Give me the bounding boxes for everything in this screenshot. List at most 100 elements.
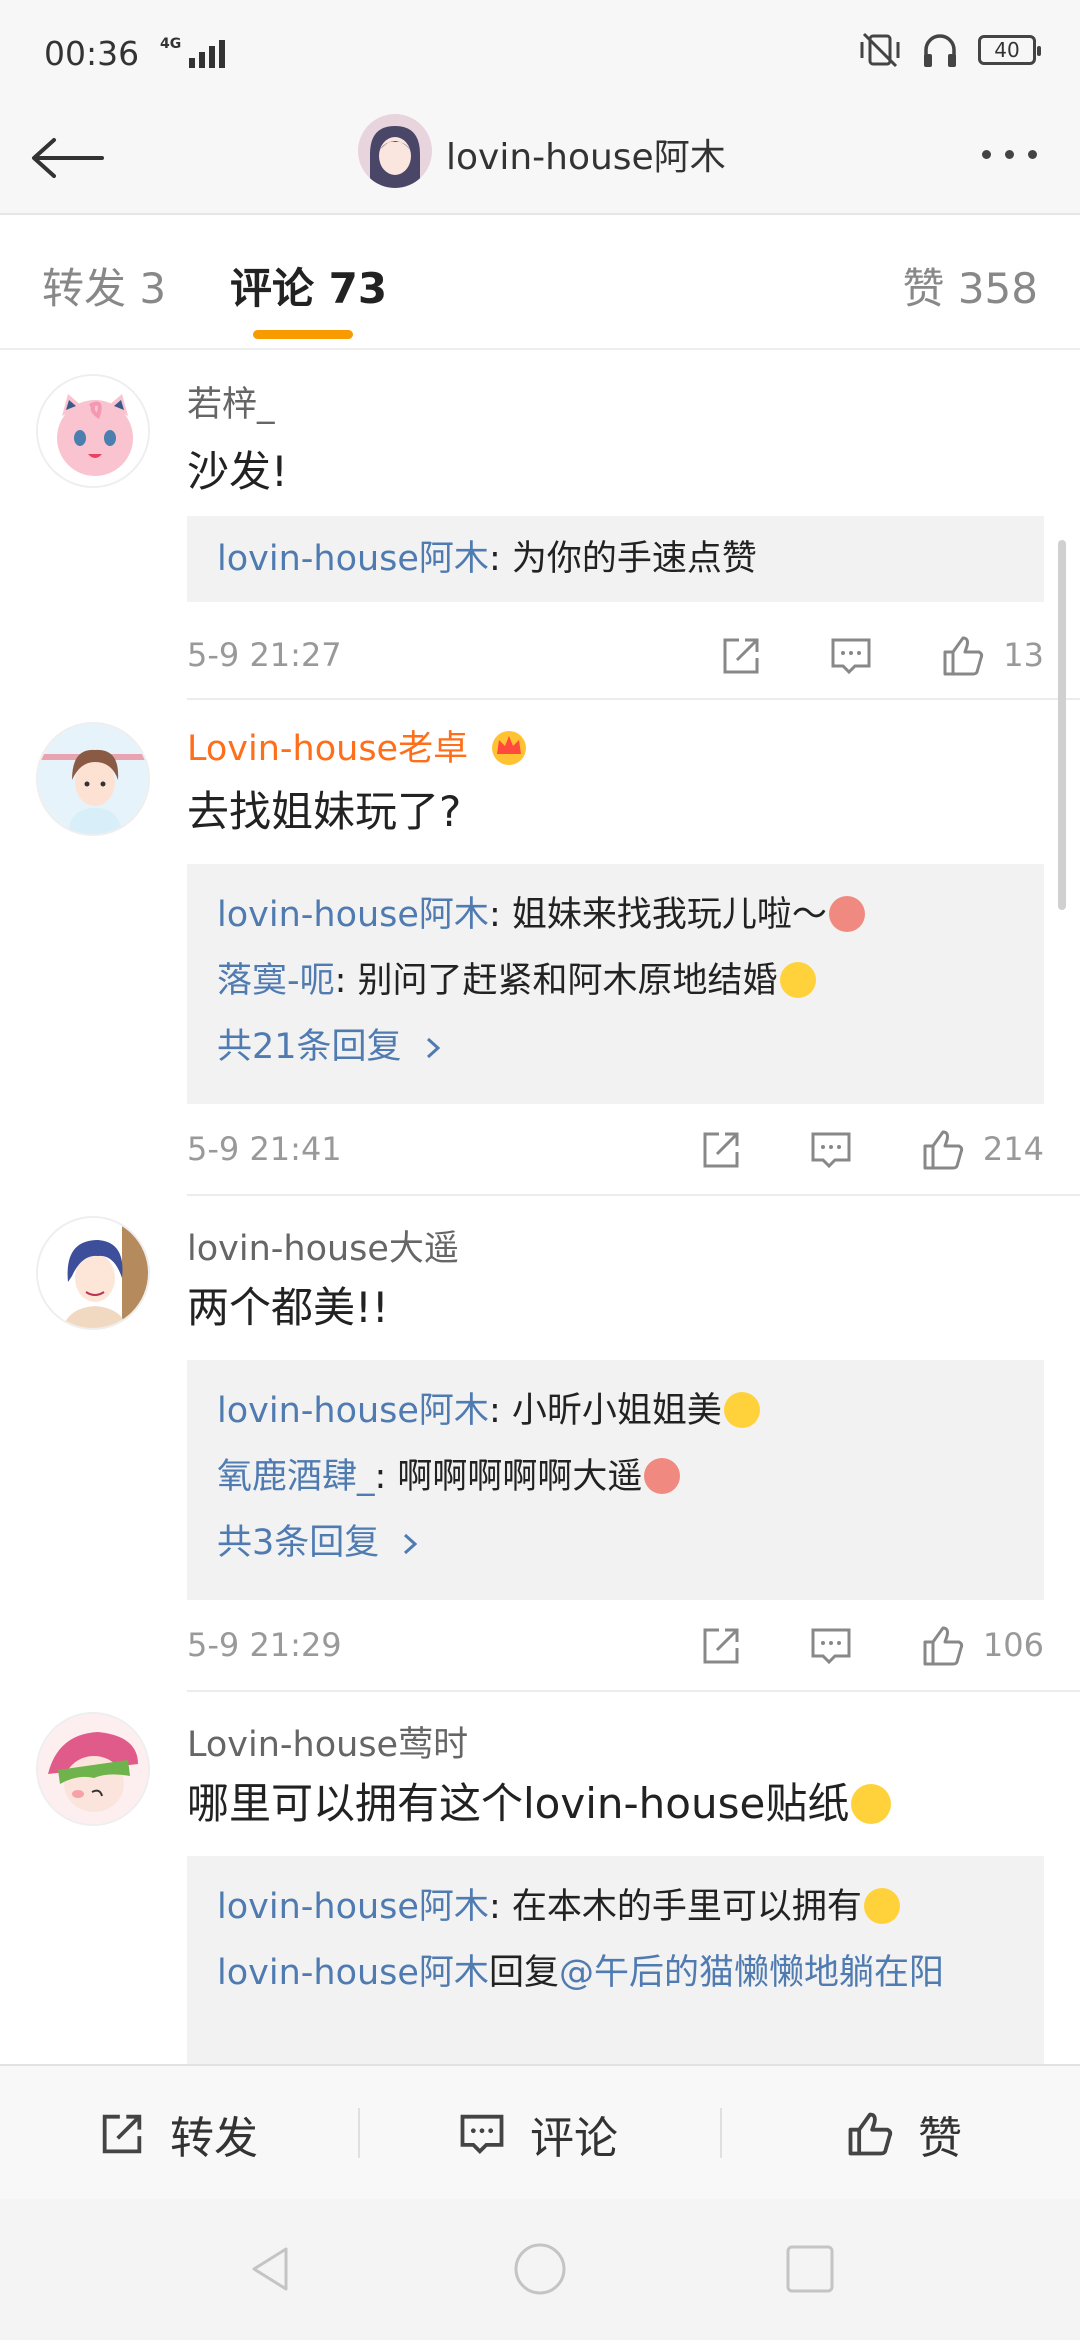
reply-author[interactable]: lovin-house阿木	[217, 1391, 489, 1431]
chevron-right-icon	[426, 1037, 440, 1059]
headphones-icon	[924, 34, 956, 67]
reply-item[interactable]: lovin-house阿木: 小昕小姐姐美	[217, 1378, 1014, 1444]
divider	[358, 2108, 360, 2158]
comment-button[interactable]: 评论	[456, 2066, 618, 2201]
tab-comments[interactable]: 评论 73	[230, 255, 387, 316]
divider	[187, 698, 1080, 700]
arrow-left-icon	[32, 138, 104, 178]
repost-icon[interactable]	[717, 632, 765, 680]
comment-icon[interactable]	[807, 1622, 855, 1670]
system-nav-bar	[0, 2199, 1080, 2340]
reply-item[interactable]: 氧鹿酒肆_: 啊啊啊啊啊大遥	[217, 1444, 1014, 1510]
emoji-icon	[828, 896, 865, 932]
reply-mention[interactable]: @午后的猫懒懒地躺在阳	[559, 1953, 944, 1993]
comment-meta: 5-9 21:41 214	[187, 1120, 1044, 1180]
crown-badge-icon	[492, 731, 527, 765]
reply-text: : 姐妹来找我玩儿啦～	[488, 895, 827, 935]
reply-item[interactable]: lovin-house阿木: 姐妹来找我玩儿啦～	[217, 882, 1014, 948]
like-count: 13	[1003, 636, 1044, 674]
comment-meta: 5-9 21:27 13	[187, 626, 1044, 686]
comment-icon[interactable]	[807, 1126, 855, 1174]
thumbs-up-icon[interactable]	[919, 1126, 967, 1174]
tab-bar: 转发 3 评论 73 赞 358	[0, 215, 1080, 350]
divider	[720, 2108, 722, 2158]
scrollbar[interactable]	[1058, 540, 1066, 910]
avatar[interactable]	[36, 1216, 150, 1330]
divider	[187, 1690, 1080, 1692]
back-button[interactable]	[28, 118, 108, 198]
emoji-icon	[779, 962, 816, 998]
reply-box[interactable]: lovin-house阿木: 姐妹来找我玩儿啦～ 落寞-呃: 别问了赶紧和阿木原…	[187, 864, 1044, 1104]
thumbs-up-icon	[848, 2112, 893, 2155]
reply-author[interactable]: 落寞-呃	[217, 961, 335, 1001]
reply-text: : 在本木的手里可以拥有	[488, 1887, 862, 1927]
comment-text: 沙发!	[187, 447, 288, 496]
status-bar: 00:36 4G 40	[0, 0, 1080, 100]
reply-text: : 啊啊啊啊啊大遥	[374, 1457, 643, 1497]
avatar[interactable]	[36, 1712, 150, 1826]
battery-icon: 40	[978, 35, 1041, 65]
comment-author[interactable]: lovin-house大遥	[187, 1220, 459, 1271]
more-menu-button[interactable]	[964, 124, 1054, 184]
comment-author[interactable]: Lovin-house莺时	[187, 1716, 468, 1767]
reply-item[interactable]: 落寞-呃: 别问了赶紧和阿木原地结婚	[217, 948, 1014, 1014]
comment-author[interactable]: 若梓_	[187, 376, 275, 427]
thumbs-up-icon[interactable]	[919, 1622, 967, 1670]
emoji-icon	[723, 1392, 760, 1428]
like-label: 赞	[918, 2112, 962, 2164]
bottom-toolbar: 转发 评论 赞	[0, 2064, 1080, 2199]
repost-icon[interactable]	[697, 1126, 745, 1174]
reply-author[interactable]: lovin-house阿木	[217, 1953, 489, 1993]
comment-label: 评论	[530, 2112, 618, 2164]
repost-icon[interactable]	[697, 1622, 745, 1670]
reply-box[interactable]: lovin-house阿木: 小昕小姐姐美 氧鹿酒肆_: 啊啊啊啊啊大遥 共3条…	[187, 1360, 1044, 1600]
signal-icon: 4G	[160, 36, 226, 68]
comment-text: 两个都美!!	[187, 1283, 389, 1332]
comment-icon[interactable]	[827, 632, 875, 680]
comment-list[interactable]: 若梓_ 沙发! lovin-house阿木: 为你的手速点赞 5-9 21:27…	[0, 352, 1080, 2064]
more-replies-link[interactable]: 共21条回复	[217, 1014, 1014, 1080]
nav-back-icon[interactable]	[242, 2241, 298, 2297]
page-title[interactable]: lovin-house阿木	[446, 128, 726, 180]
reply-box[interactable]: lovin-house阿木: 在本木的手里可以拥有 lovin-house阿木回…	[187, 1856, 1044, 2064]
tab-reposts[interactable]: 转发 3	[42, 255, 166, 316]
comment-author[interactable]: Lovin-house老卓	[187, 720, 531, 771]
reply-item[interactable]: lovin-house阿木: 为你的手速点赞	[217, 526, 1014, 592]
mute-vibrate-icon	[860, 32, 900, 68]
repost-button[interactable]: 转发	[96, 2066, 258, 2201]
tab-likes[interactable]: 赞 358	[902, 255, 1038, 316]
reply-author[interactable]: lovin-house阿木	[217, 1887, 489, 1927]
comment-meta: 5-9 21:29 106	[187, 1616, 1044, 1676]
thumbs-up-icon[interactable]	[939, 632, 987, 680]
repost-label: 转发	[170, 2112, 258, 2164]
reply-item[interactable]: lovin-house阿木回复@午后的猫懒懒地躺在阳	[217, 1940, 1014, 2006]
like-count: 214	[982, 1130, 1044, 1168]
like-count: 106	[982, 1626, 1044, 1664]
avatar[interactable]	[36, 722, 150, 836]
emoji-icon	[851, 1784, 892, 1824]
reply-author[interactable]: 氧鹿酒肆_	[217, 1457, 375, 1497]
header-avatar[interactable]	[358, 114, 432, 188]
emoji-icon	[644, 1458, 681, 1494]
reply-text: : 别问了赶紧和阿木原地结婚	[334, 961, 778, 1001]
more-replies-link[interactable]: 共3条回复	[217, 1510, 1014, 1576]
emoji-icon	[863, 1888, 900, 1924]
comment-time: 5-9 21:29	[187, 1626, 342, 1664]
comment-time: 5-9 21:27	[187, 636, 342, 674]
reply-author[interactable]: lovin-house阿木	[217, 539, 489, 579]
reply-text: 回复	[488, 1953, 559, 1993]
avatar[interactable]	[36, 374, 150, 488]
comment-text: 去找姐妹玩了?	[187, 787, 462, 836]
nav-recents-icon[interactable]	[782, 2241, 838, 2297]
nav-home-icon[interactable]	[512, 2241, 568, 2297]
reply-text: : 为你的手速点赞	[488, 539, 757, 579]
reply-item[interactable]: lovin-house阿木: 在本木的手里可以拥有	[217, 1874, 1014, 1940]
chevron-right-icon	[404, 1533, 418, 1555]
reply-box[interactable]: lovin-house阿木: 为你的手速点赞	[187, 516, 1044, 602]
reply-text: : 小昕小姐姐美	[488, 1391, 722, 1431]
reply-author[interactable]: lovin-house阿木	[217, 895, 489, 935]
page-header: lovin-house阿木	[0, 100, 1080, 215]
comment-time: 5-9 21:41	[187, 1130, 342, 1168]
like-button[interactable]: 赞	[844, 2066, 962, 2201]
active-tab-indicator	[253, 330, 353, 339]
